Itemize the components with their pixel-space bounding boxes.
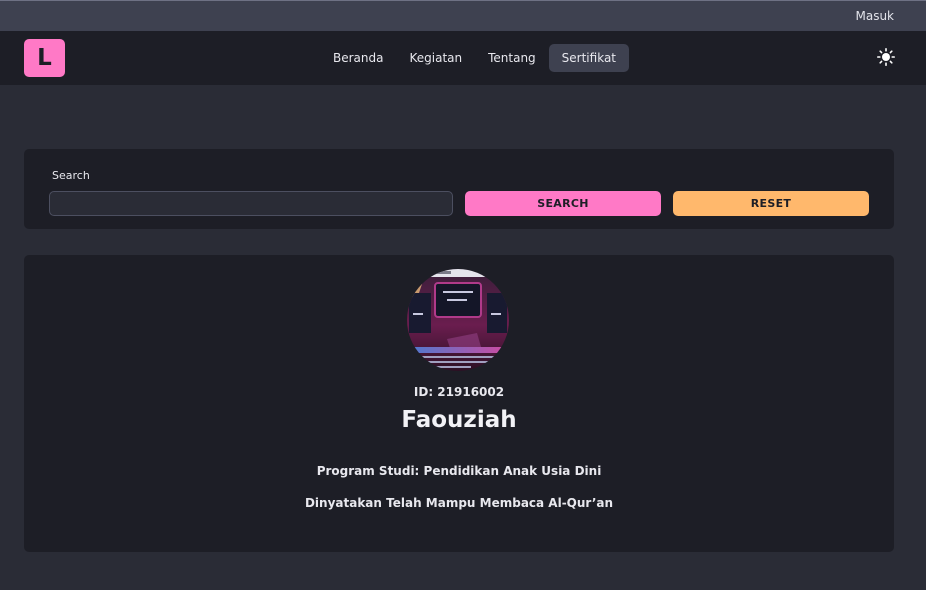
search-card: Search SEARCH RESET <box>24 149 894 229</box>
profile-photo <box>407 269 509 371</box>
sun-icon[interactable] <box>877 48 895 66</box>
search-button[interactable]: SEARCH <box>465 191 661 216</box>
nav-item-beranda[interactable]: Beranda <box>320 44 396 72</box>
nav-item-tentang[interactable]: Tentang <box>475 44 549 72</box>
search-label: Search <box>52 169 90 182</box>
logo[interactable]: L <box>24 39 65 77</box>
top-strip: Masuk <box>0 0 926 31</box>
certificate-program: Program Studi: Pendidikan Anak Usia Dini <box>316 464 602 478</box>
certificate-id: ID: 21916002 <box>413 385 505 399</box>
certificate-statement: Dinyatakan Telah Mampu Membaca Al-Qur’an <box>304 496 614 510</box>
login-link[interactable]: Masuk <box>855 9 894 23</box>
certificate-holder-name: Faouziah <box>401 407 517 433</box>
search-input[interactable] <box>49 191 453 216</box>
nav-item-kegiatan[interactable]: Kegiatan <box>396 44 475 72</box>
nav-menu: Beranda Kegiatan Tentang Sertifikat <box>320 44 629 72</box>
certificate-card: ID: 21916002 Faouziah Program Studi: Pen… <box>24 255 894 552</box>
nav-item-sertifikat[interactable]: Sertifikat <box>548 44 629 72</box>
reset-button[interactable]: RESET <box>673 191 869 216</box>
navbar: L Beranda Kegiatan Tentang Sertifikat <box>0 31 926 85</box>
